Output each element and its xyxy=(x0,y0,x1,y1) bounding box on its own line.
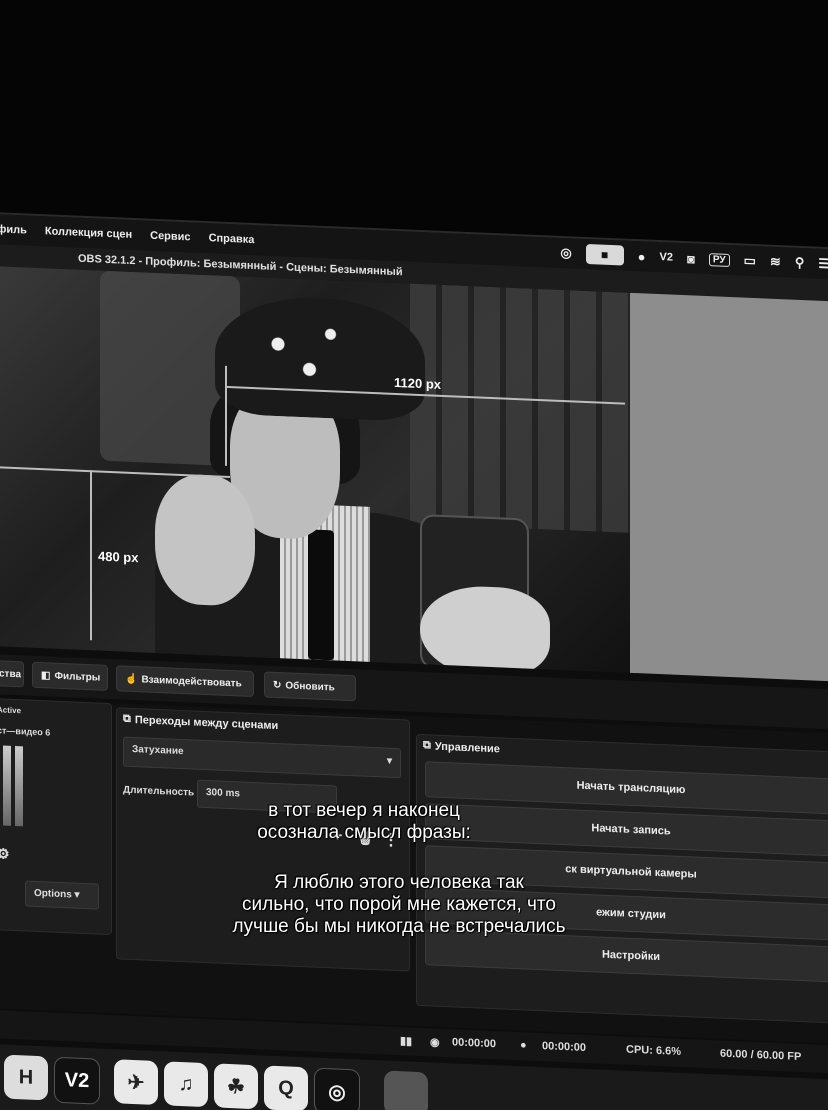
mixer-source-select[interactable]: ст—видео 6 xyxy=(0,725,50,737)
vertical-guide-line xyxy=(225,365,227,466)
window-icon: ⧉ xyxy=(423,739,431,752)
signal-icon: ▮▮ xyxy=(400,1035,413,1048)
photo-thumbnail-icon[interactable] xyxy=(384,1070,428,1110)
hand-icon: ☝ xyxy=(125,673,138,685)
background-photos xyxy=(410,283,630,533)
refresh-button[interactable]: ↻ Обновить xyxy=(264,671,356,702)
obs-dock-icon[interactable]: ◎ xyxy=(314,1067,360,1110)
hand-app-icon[interactable]: ☘ xyxy=(214,1063,258,1110)
menu-item-help[interactable]: Справка xyxy=(209,232,255,246)
obs-icon[interactable]: ◎ xyxy=(560,245,571,261)
app-h-icon[interactable]: H xyxy=(4,1054,48,1101)
window-icon: ⧉ xyxy=(123,712,131,725)
photo-scene: офиль Коллекция сцен Сервис Справка ◎ ■ … xyxy=(0,0,828,1110)
monitor-screen: офиль Коллекция сцен Сервис Справка ◎ ■ … xyxy=(0,212,828,1110)
search-icon[interactable]: ⚲ xyxy=(795,255,805,271)
stream-icon: ◉ xyxy=(430,1036,440,1049)
height-label: 480 px xyxy=(98,548,139,566)
width-label: 1120 px xyxy=(394,374,441,392)
app-icon[interactable]: ◙ xyxy=(687,251,695,266)
duration-label: Длительность xyxy=(123,784,195,799)
wifi-icon[interactable]: ≋ xyxy=(770,254,781,270)
fps-readout: 60.00 / 60.00 FP xyxy=(720,1047,802,1064)
transitions-title: ⧉ Переходы между сценами xyxy=(117,708,409,741)
profile-icon[interactable]: ● xyxy=(638,249,646,264)
refresh-icon: ↻ xyxy=(273,679,282,691)
keyboard-layout-icon[interactable]: РУ xyxy=(708,252,730,267)
refresh-label: Обновить xyxy=(285,679,335,693)
menu-item-profile[interactable]: офиль xyxy=(0,223,27,237)
obs-preview[interactable]: 1120 px 480 px xyxy=(0,266,630,673)
gear-icon[interactable]: ⚙ xyxy=(0,845,10,863)
caption-bottom: Я люблю этого человека так сильно, что п… xyxy=(0,872,813,938)
caption-line-1: в тот вечер я наконец xyxy=(268,800,460,821)
quicktime-icon[interactable]: Q xyxy=(264,1065,308,1110)
person-hand xyxy=(155,472,255,608)
v2-app-icon[interactable]: V2 xyxy=(54,1056,100,1105)
start-stream-label: Начать трансляцию xyxy=(576,779,686,797)
transitions-title-text: Переходы между сценами xyxy=(134,713,279,732)
chevron-down-icon: ▾ xyxy=(386,755,392,767)
filters-label: Фильтры xyxy=(54,670,101,684)
menu-item-scene-collection[interactable]: Коллекция сцен xyxy=(45,225,132,241)
height-guide-line xyxy=(90,470,92,641)
control-center-icon[interactable]: ☰ xyxy=(818,256,828,272)
menu-item-tools[interactable]: Сервис xyxy=(150,230,190,244)
filters-button[interactable]: ◧ Фильтры xyxy=(32,661,108,691)
duration-value: 300 ms xyxy=(206,787,240,800)
v2-dock-label: V2 xyxy=(64,1068,90,1092)
properties-button[interactable]: ства xyxy=(0,660,24,688)
battery-icon[interactable]: ▭ xyxy=(744,253,756,270)
properties-label: ства xyxy=(0,667,22,680)
caption-line-3: Я люблю этого человека так xyxy=(274,872,524,893)
person-hand-phone xyxy=(420,584,550,673)
person-tie xyxy=(308,529,334,661)
camera-icon[interactable]: ■ xyxy=(585,243,624,266)
cpu-usage: CPU: 6.6% xyxy=(626,1043,682,1058)
filter-icon: ◧ xyxy=(41,669,51,682)
preview-side-pane xyxy=(630,292,828,683)
transition-type-value: Затухание xyxy=(132,743,184,758)
controls-title-text: Управление xyxy=(434,740,500,755)
mixer-active-label: Active xyxy=(0,705,22,716)
left-guide-line xyxy=(0,466,230,479)
caption-line-2: осознала смысл фразы: xyxy=(257,822,471,843)
music-icon[interactable]: ♫ xyxy=(164,1061,208,1108)
telegram-icon[interactable]: ✈ xyxy=(114,1059,158,1106)
interact-button[interactable]: ☝ Взаимодействовать xyxy=(116,665,254,698)
interact-label: Взаимодействовать xyxy=(141,673,242,690)
v2-icon[interactable]: V2 xyxy=(660,251,673,264)
caption-line-5: лучше бы мы никогда не встречались xyxy=(232,916,566,937)
person-hat xyxy=(215,293,425,423)
stream-time: 00:00:00 xyxy=(452,1036,497,1051)
record-icon: ● xyxy=(520,1039,527,1052)
record-time: 00:00:00 xyxy=(542,1040,587,1054)
caption-line-4: сильно, что порой мне кажется, что xyxy=(242,894,556,915)
transition-type-select[interactable]: Затухание ▾ xyxy=(123,736,401,779)
settings-label: Настройки xyxy=(601,948,661,964)
caption-top: в тот вечер я наконец осознала смысл фра… xyxy=(0,800,778,844)
